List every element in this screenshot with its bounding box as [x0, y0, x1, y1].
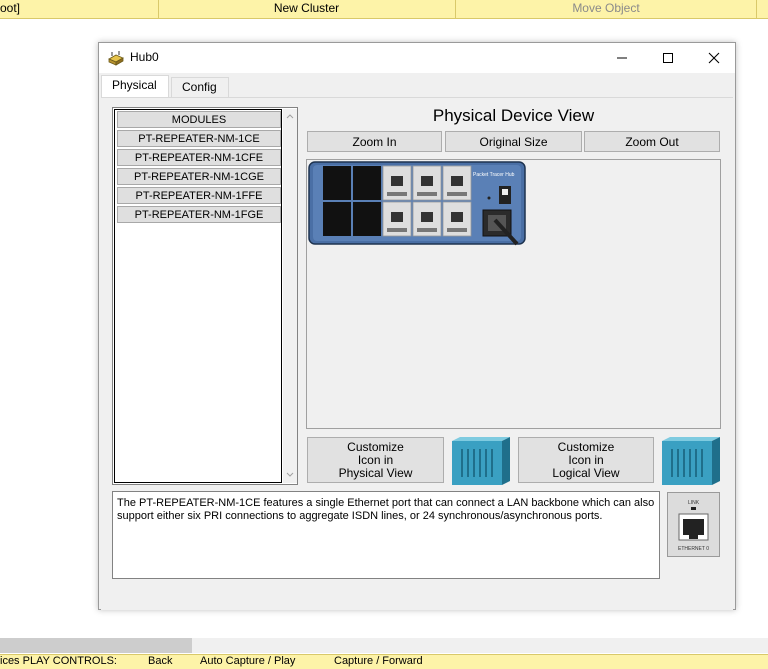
back-button[interactable]: Back: [148, 655, 172, 668]
hub-app-icon: [108, 51, 124, 66]
customize-label: Physical View: [338, 466, 413, 480]
module-item[interactable]: PT-REPEATER-NM-1CGE: [117, 168, 281, 185]
scroll-up-icon[interactable]: [286, 113, 294, 119]
play-controls-label: ices PLAY CONTROLS:: [0, 655, 117, 667]
capture-forward-button[interactable]: Capture / Forward: [334, 655, 423, 668]
main-horizontal-scrollbar[interactable]: [0, 638, 768, 653]
module-item[interactable]: PT-REPEATER-NM-1CE: [117, 130, 281, 147]
app-top-toolbar: oot] New Cluster Move Object: [0, 0, 768, 19]
auto-capture-play-button[interactable]: Auto Capture / Play: [200, 655, 295, 668]
window-title: Hub0: [130, 50, 159, 64]
module-item[interactable]: PT-REPEATER-NM-1CFE: [117, 149, 281, 166]
tab-config[interactable]: Config: [171, 77, 229, 97]
module-item[interactable]: PT-REPEATER-NM-1FFE: [117, 187, 281, 204]
tab-strip: Physical Config: [99, 75, 735, 98]
port-ethernet-label: ETHERNET 0: [678, 546, 709, 552]
scrollbar-thumb[interactable]: [0, 638, 192, 653]
customize-label: Logical View: [552, 466, 620, 480]
maximize-icon: [663, 53, 673, 63]
close-button[interactable]: [691, 43, 737, 73]
minimize-button[interactable]: [599, 43, 645, 73]
hub-brand-label: Packet Tracer Hub: [473, 172, 515, 178]
toolbar-left-segment[interactable]: oot]: [0, 0, 159, 18]
zoom-out-button[interactable]: Zoom Out: [584, 131, 720, 152]
zoom-in-button[interactable]: Zoom In: [307, 131, 442, 152]
physical-device-view-title: Physical Device View: [432, 106, 595, 125]
module-description: The PT-REPEATER-NM-1CE features a single…: [112, 491, 660, 579]
hub-cube-icon: [452, 437, 510, 485]
maximize-button[interactable]: [645, 43, 691, 73]
modules-header: MODULES: [117, 111, 281, 128]
hub-device-image[interactable]: Packet Tracer Hub: [307, 160, 527, 248]
new-cluster-button[interactable]: New Cluster: [158, 0, 456, 18]
port-link-label: LINK: [688, 500, 700, 506]
move-object-button[interactable]: Move Object: [456, 0, 757, 18]
minimize-icon: [617, 57, 627, 59]
modules-list-frame: MODULES PT-REPEATER-NM-1CE PT-REPEATER-N…: [114, 109, 282, 483]
modules-scrollbar[interactable]: [283, 109, 297, 483]
window-titlebar[interactable]: Hub0: [99, 43, 735, 73]
play-controls-bar: ices PLAY CONTROLS: Back Auto Capture / …: [0, 654, 768, 669]
tab-physical[interactable]: Physical: [101, 75, 169, 98]
hub-cube-icon: [662, 437, 720, 485]
close-icon: [708, 52, 720, 64]
scroll-down-icon[interactable]: [286, 472, 294, 478]
ethernet-port-icon: LINK ETHERNET 0: [667, 492, 720, 557]
customize-physical-icon-button[interactable]: Customize Icon in Physical View: [307, 437, 444, 483]
customize-logical-icon-button[interactable]: Customize Icon in Logical View: [518, 437, 654, 483]
physical-device-canvas[interactable]: Packet Tracer Hub: [306, 159, 721, 429]
modules-list: MODULES PT-REPEATER-NM-1CE PT-REPEATER-N…: [112, 107, 298, 485]
original-size-button[interactable]: Original Size: [445, 131, 582, 152]
module-item[interactable]: PT-REPEATER-NM-1FGE: [117, 206, 281, 223]
